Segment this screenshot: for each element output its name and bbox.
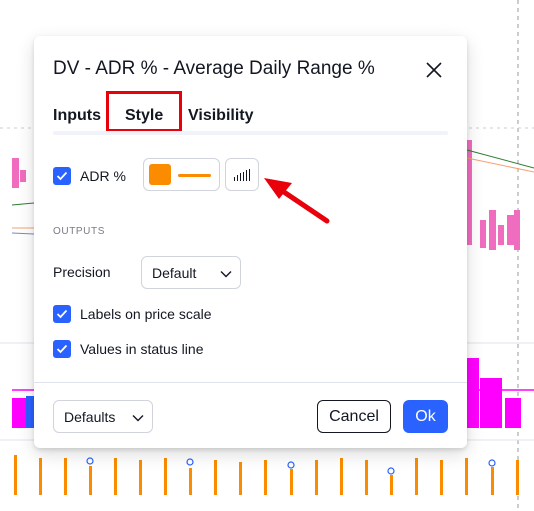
- footer-divider: [34, 382, 467, 383]
- tab-underline: [53, 131, 448, 135]
- labels-on-price-scale-label: Labels on price scale: [80, 306, 212, 322]
- labels-on-price-scale-checkbox[interactable]: [53, 305, 71, 323]
- style-tab-highlight-box: [106, 91, 182, 132]
- color-line-picker[interactable]: [143, 158, 220, 191]
- precision-select[interactable]: Default: [141, 256, 241, 289]
- check-icon: [56, 309, 68, 319]
- ok-button[interactable]: Ok: [403, 400, 448, 433]
- values-in-status-line-label: Values in status line: [80, 341, 204, 357]
- chevron-down-icon: [132, 415, 144, 422]
- outputs-section-label: OUTPUTS: [53, 226, 105, 237]
- defaults-label: Defaults: [64, 409, 116, 425]
- adr-label: ADR %: [80, 168, 126, 184]
- precision-value: Default: [152, 265, 197, 281]
- precision-label: Precision: [53, 264, 111, 280]
- close-icon[interactable]: [423, 59, 445, 81]
- plot-style-columns-icon: [234, 168, 250, 181]
- chevron-down-icon: [220, 271, 232, 278]
- indicator-settings-dialog: DV - ADR % - Average Daily Range % Input…: [34, 36, 467, 448]
- tab-inputs[interactable]: Inputs: [53, 107, 101, 125]
- adr-checkbox[interactable]: [53, 167, 71, 185]
- values-in-status-line-checkbox[interactable]: [53, 340, 71, 358]
- dialog-title: DV - ADR % - Average Daily Range %: [53, 58, 375, 79]
- color-swatch: [149, 164, 171, 185]
- cancel-button[interactable]: Cancel: [317, 400, 391, 433]
- tab-visibility[interactable]: Visibility: [188, 107, 254, 125]
- check-icon: [56, 344, 68, 354]
- check-icon: [56, 171, 68, 181]
- line-sample: [178, 174, 211, 177]
- plot-style-button[interactable]: [225, 158, 259, 191]
- defaults-dropdown[interactable]: Defaults: [53, 400, 153, 433]
